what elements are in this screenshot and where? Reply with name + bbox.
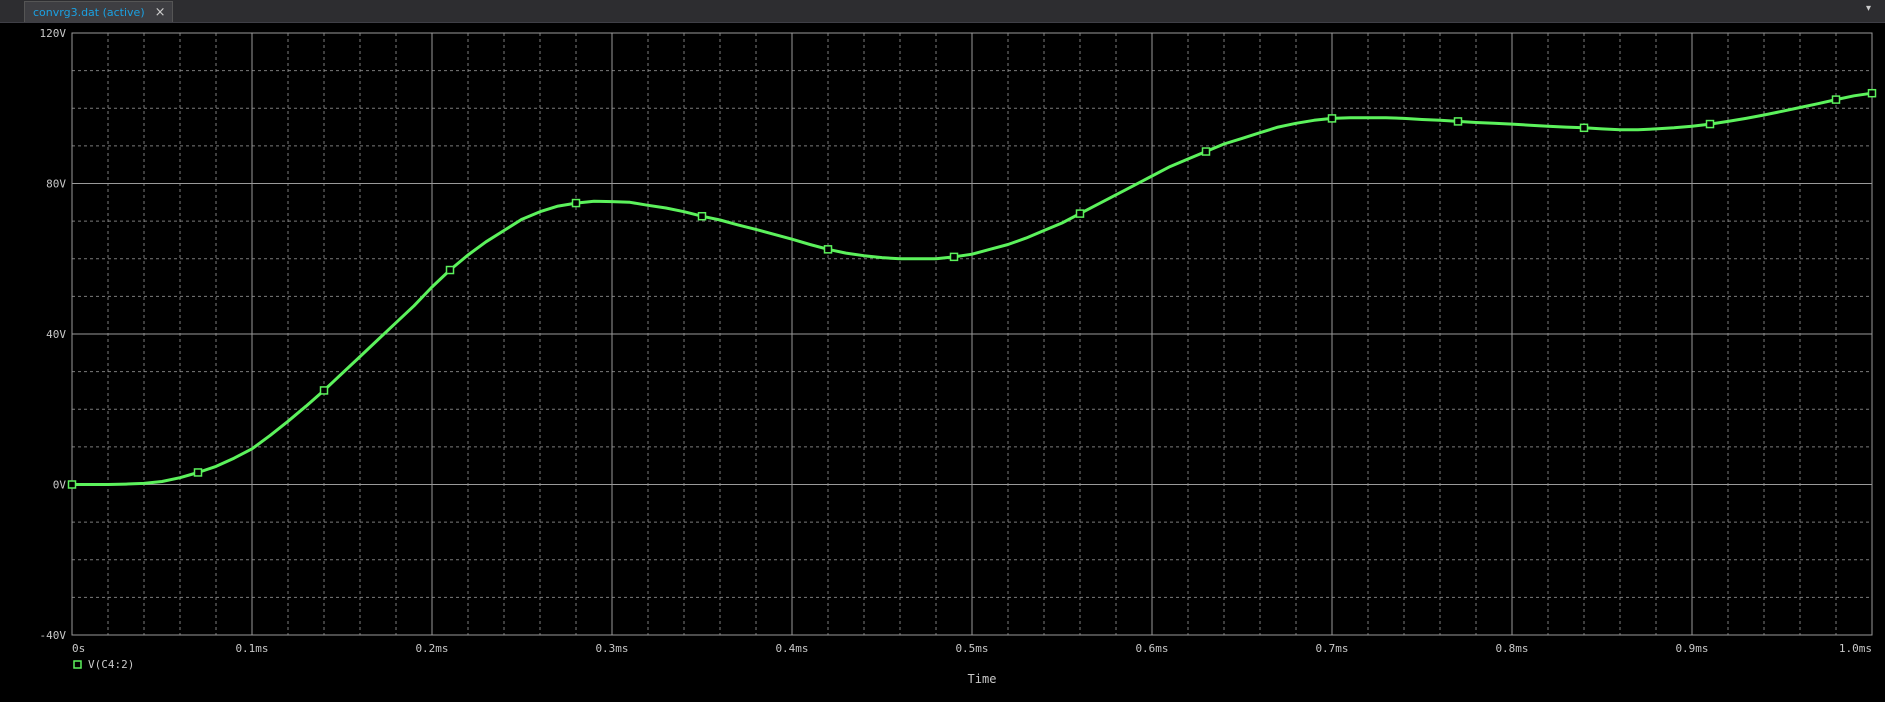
legend-entry: V(C4:2) — [88, 658, 134, 671]
x-tick-label: 0.4ms — [775, 642, 808, 655]
series-marker — [319, 386, 329, 395]
x-tick-label: 0.9ms — [1675, 642, 1708, 655]
y-tick-label: -40V — [40, 629, 67, 642]
series-marker — [445, 265, 455, 275]
document-tab-bar: convrg3.dat (active) × ▾ — [0, 0, 1885, 23]
tab-label: convrg3.dat (active) — [33, 5, 145, 19]
series-marker — [1867, 88, 1877, 98]
series-marker — [949, 252, 959, 262]
close-icon[interactable]: × — [155, 5, 166, 20]
chevron-down-icon[interactable]: ▾ — [1866, 3, 1871, 14]
x-axis-label: Time — [968, 672, 997, 686]
waveform-chart[interactable]: -40V 0V 40V 80V 120V 0s 0.1ms 0.2ms 0.3ms 0.4ms 0.… — [0, 23, 1885, 702]
series-marker — [1201, 147, 1211, 156]
series-marker — [1831, 95, 1841, 104]
probe-plot-area[interactable]: -40V 0V 40V 80V 120V 0s 0.1ms 0.2ms 0.3ms 0.4ms 0.… — [0, 23, 1885, 702]
series-marker — [823, 245, 833, 254]
x-tick-label: 1.0ms — [1839, 642, 1872, 655]
series-marker — [1453, 117, 1463, 126]
x-tick-label: 0.6ms — [1135, 642, 1168, 655]
x-tick-label: 0.7ms — [1315, 642, 1348, 655]
series-marker — [1579, 123, 1589, 133]
series-marker — [571, 198, 581, 208]
series-marker — [697, 211, 707, 221]
y-tick-label: 80V — [46, 178, 66, 191]
x-tick-label: 0.5ms — [955, 642, 988, 655]
series-marker — [1075, 209, 1085, 218]
x-tick-label: 0s — [72, 642, 85, 655]
y-tick-label: 120V — [40, 27, 67, 40]
series-marker — [1705, 119, 1715, 129]
x-tick-label: 0.2ms — [415, 642, 448, 655]
x-tick-label: 0.3ms — [595, 642, 628, 655]
y-tick-label: 0V — [53, 479, 67, 492]
x-tick-label: 0.8ms — [1495, 642, 1528, 655]
x-tick-label: 0.1ms — [235, 642, 268, 655]
y-tick-label: 40V — [46, 328, 66, 341]
legend-marker — [73, 660, 82, 669]
series-marker — [67, 480, 77, 489]
document-tab-convrg3[interactable]: convrg3.dat (active) × — [24, 1, 173, 22]
series-marker — [193, 468, 203, 477]
series-marker — [1327, 114, 1337, 123]
